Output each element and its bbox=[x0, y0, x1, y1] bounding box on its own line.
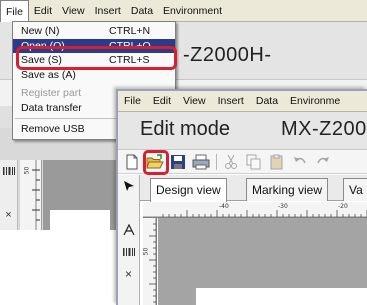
menu-edit[interactable]: Edit bbox=[147, 91, 177, 112]
text-tool-icon[interactable] bbox=[118, 219, 139, 241]
back-ruler-label: 50 bbox=[23, 166, 31, 175]
menu-item-shortcut: CTRL+N bbox=[109, 25, 151, 37]
new-file-icon[interactable] bbox=[122, 152, 142, 172]
menu-insert[interactable]: Insert bbox=[90, 0, 126, 22]
copy-icon[interactable] bbox=[244, 152, 264, 172]
ruler-label-minus-30: -30 bbox=[278, 203, 288, 210]
menu-environment[interactable]: Environme bbox=[284, 91, 346, 112]
back-model-title: -Z2000H- bbox=[183, 44, 272, 66]
menu-view[interactable]: View bbox=[177, 91, 212, 112]
menu-insert[interactable]: Insert bbox=[212, 91, 250, 112]
ruler-label-minus-40: -40 bbox=[219, 203, 229, 210]
front-window: File Edit View Insert Data Environme Edi… bbox=[116, 89, 367, 305]
redo-icon[interactable] bbox=[313, 152, 333, 172]
menu-item-label: New (N) bbox=[21, 25, 60, 37]
select-arrow-icon[interactable] bbox=[118, 175, 139, 197]
menu-view[interactable]: View bbox=[57, 0, 90, 22]
tab-marking-view[interactable]: Marking view bbox=[246, 178, 329, 201]
close-tool-icon[interactable]: × bbox=[0, 204, 17, 226]
mode-title: Edit mode bbox=[140, 118, 231, 140]
barcode-tool-icon[interactable] bbox=[0, 160, 17, 182]
menu-item-label: Remove USB bbox=[21, 123, 85, 135]
menu-data[interactable]: Data bbox=[126, 0, 158, 22]
menu-edit[interactable]: Edit bbox=[29, 0, 57, 22]
side-tool-column: × bbox=[118, 175, 140, 305]
close-tool-icon[interactable]: × bbox=[118, 263, 139, 285]
model-title: MX-Z200( bbox=[281, 118, 367, 140]
front-menubar: File Edit View Insert Data Environme bbox=[118, 91, 367, 112]
print-icon[interactable] bbox=[191, 152, 211, 172]
menu-item-label: Data transfer bbox=[21, 101, 82, 114]
menu-item-label: Register part bbox=[21, 87, 82, 99]
barcode-tool-icon[interactable] bbox=[118, 241, 139, 263]
back-canvas-sheet bbox=[50, 210, 110, 230]
vertical-ruler: 50 bbox=[142, 218, 157, 305]
menu-data[interactable]: Data bbox=[250, 91, 284, 112]
save-disk-icon[interactable] bbox=[168, 152, 188, 172]
ruler-label-minus-20: -20 bbox=[338, 203, 348, 210]
blank-tool bbox=[118, 197, 139, 219]
horizontal-ruler: -40 -30 -20 bbox=[143, 202, 367, 218]
back-menubar: File Edit View Insert Data Environment bbox=[0, 0, 367, 22]
menu-item-new[interactable]: New (N) CTRL+N bbox=[13, 24, 175, 39]
toolbar-separator bbox=[216, 153, 217, 170]
cut-icon[interactable] bbox=[221, 152, 241, 172]
menu-file[interactable]: File bbox=[0, 0, 29, 22]
paste-icon[interactable] bbox=[267, 152, 287, 172]
view-tabs: Design view Marking view Va bbox=[118, 175, 367, 202]
open-item-highlight bbox=[16, 46, 177, 70]
back-vertical-ruler: 50 bbox=[20, 160, 42, 230]
undo-icon[interactable] bbox=[290, 152, 310, 172]
open-button-highlight bbox=[143, 150, 169, 175]
menu-environment[interactable]: Environment bbox=[158, 0, 227, 22]
blank-tool bbox=[0, 182, 17, 204]
canvas-sheet bbox=[196, 288, 367, 305]
tab-variable[interactable]: Va bbox=[343, 178, 367, 201]
menu-file[interactable]: File bbox=[118, 91, 147, 112]
ruler-label-50: 50 bbox=[142, 247, 150, 256]
mode-title-bar: Edit mode MX-Z200( bbox=[118, 112, 367, 150]
back-tool-column: × bbox=[0, 160, 18, 230]
tab-design-view[interactable]: Design view bbox=[150, 178, 227, 202]
